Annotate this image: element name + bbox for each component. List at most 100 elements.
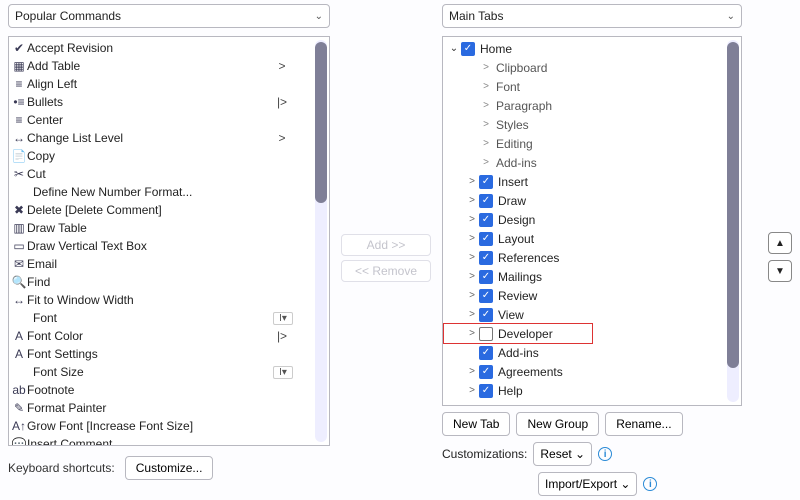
scrollbar[interactable]	[727, 40, 739, 402]
info-icon[interactable]: i	[643, 477, 657, 491]
checkbox[interactable]: ✓	[479, 232, 493, 246]
tabs-tree[interactable]: ⌄✓Home>Clipboard>Font>Paragraph>Styles>E…	[442, 36, 742, 406]
rename-button[interactable]: Rename...	[605, 412, 682, 436]
scrollbar[interactable]	[315, 40, 327, 442]
expander-icon[interactable]: >	[467, 271, 477, 282]
tree-group[interactable]: >Font	[445, 77, 741, 96]
command-icon: •≡	[11, 94, 27, 110]
checkbox[interactable]: ✓	[479, 346, 493, 360]
checkbox[interactable]: ✓	[479, 308, 493, 322]
checkbox[interactable]: ✓	[479, 213, 493, 227]
commands-listbox[interactable]: ✔Accept Revision▦Add Table>≡Align Left•≡…	[8, 36, 330, 446]
expander-icon[interactable]: >	[481, 157, 491, 168]
command-item[interactable]: ▥Draw Table	[11, 219, 329, 237]
keyboard-shortcuts-label: Keyboard shortcuts:	[8, 461, 115, 475]
tree-item-home[interactable]: ⌄✓Home	[445, 39, 741, 58]
add-button[interactable]: Add >>	[341, 234, 431, 256]
checkbox[interactable]: ✓	[479, 251, 493, 265]
expander-icon[interactable]: >	[467, 328, 477, 339]
tree-item-help[interactable]: >✓Help	[445, 381, 741, 400]
command-item[interactable]: Define New Number Format...	[11, 183, 329, 201]
command-item[interactable]: abFootnote	[11, 381, 329, 399]
expander-icon[interactable]: >	[481, 62, 491, 73]
command-item[interactable]: AFont Color|>	[11, 327, 329, 345]
expander-icon[interactable]: >	[481, 119, 491, 130]
import-export-button[interactable]: Import/Export ⌄	[538, 472, 637, 496]
command-item[interactable]: ✖Delete [Delete Comment]	[11, 201, 329, 219]
tree-group[interactable]: >Editing	[445, 134, 741, 153]
command-item[interactable]: ↔Change List Level>	[11, 129, 329, 147]
tree-item-design[interactable]: >✓Design	[445, 210, 741, 229]
command-item[interactable]: 💬Insert Comment	[11, 435, 329, 445]
expander-icon[interactable]: >	[467, 233, 477, 244]
customize-shortcuts-button[interactable]: Customize...	[125, 456, 214, 480]
command-item[interactable]: 📄Copy	[11, 147, 329, 165]
info-icon[interactable]: i	[598, 447, 612, 461]
tree-item-insert[interactable]: >✓Insert	[445, 172, 741, 191]
expander-icon[interactable]: >	[467, 385, 477, 396]
tree-item-add-ins[interactable]: ✓Add-ins	[445, 343, 741, 362]
tree-item-review[interactable]: >✓Review	[445, 286, 741, 305]
expander-icon[interactable]: >	[481, 81, 491, 92]
tree-item-view[interactable]: >✓View	[445, 305, 741, 324]
expander-icon[interactable]: >	[467, 366, 477, 377]
expander-icon[interactable]: >	[481, 100, 491, 111]
command-item[interactable]: FontI▾	[11, 309, 329, 327]
tree-item-developer[interactable]: >Developer	[445, 324, 741, 343]
tree-item-mailings[interactable]: >✓Mailings	[445, 267, 741, 286]
tree-item-draw[interactable]: >✓Draw	[445, 191, 741, 210]
command-item[interactable]: ✉Email	[11, 255, 329, 273]
tree-group[interactable]: >Styles	[445, 115, 741, 134]
tabs-scope-combo[interactable]: Main Tabs ⌄	[442, 4, 742, 28]
expander-icon[interactable]: >	[467, 176, 477, 187]
command-item[interactable]: ≡Align Left	[11, 75, 329, 93]
expander-icon[interactable]: >	[481, 138, 491, 149]
command-item[interactable]: •≡Bullets|>	[11, 93, 329, 111]
expander-icon[interactable]: >	[467, 195, 477, 206]
move-down-button[interactable]: ▼	[768, 260, 792, 282]
tree-item-references[interactable]: >✓References	[445, 248, 741, 267]
checkbox[interactable]: ✓	[479, 194, 493, 208]
checkbox[interactable]: ✓	[479, 289, 493, 303]
tree-group[interactable]: >Clipboard	[445, 58, 741, 77]
checkbox[interactable]: ✓	[479, 175, 493, 189]
command-item[interactable]: ✂Cut	[11, 165, 329, 183]
command-icon: ✖	[11, 202, 27, 218]
checkbox[interactable]: ✓	[479, 270, 493, 284]
tree-label: Font	[493, 80, 520, 94]
commands-source-combo[interactable]: Popular Commands ⌄	[8, 4, 330, 28]
tree-group[interactable]: >Add-ins	[445, 153, 741, 172]
reset-button[interactable]: Reset ⌄	[533, 442, 592, 466]
expander-icon[interactable]: >	[467, 290, 477, 301]
scrollbar-thumb[interactable]	[315, 42, 327, 203]
command-item[interactable]: 🔍Find	[11, 273, 329, 291]
remove-button[interactable]: << Remove	[341, 260, 431, 282]
command-item[interactable]: ▭Draw Vertical Text Box	[11, 237, 329, 255]
tree-item-layout[interactable]: >✓Layout	[445, 229, 741, 248]
command-item[interactable]: ▦Add Table>	[11, 57, 329, 75]
checkbox[interactable]: ✓	[461, 42, 475, 56]
move-up-button[interactable]: ▲	[768, 232, 792, 254]
checkbox[interactable]: ✓	[479, 365, 493, 379]
new-group-button[interactable]: New Group	[516, 412, 599, 436]
expander-icon[interactable]: ⌄	[449, 43, 459, 54]
command-item[interactable]: ≡Center	[11, 111, 329, 129]
new-tab-button[interactable]: New Tab	[442, 412, 510, 436]
command-item[interactable]: ✎Format Painter	[11, 399, 329, 417]
tree-group[interactable]: >Paragraph	[445, 96, 741, 115]
command-item[interactable]: AFont Settings	[11, 345, 329, 363]
tree-item-agreements[interactable]: >✓Agreements	[445, 362, 741, 381]
expander-icon[interactable]: >	[467, 252, 477, 263]
command-item[interactable]: A↑Grow Font [Increase Font Size]	[11, 417, 329, 435]
command-item[interactable]: Font SizeI▾	[11, 363, 329, 381]
checkbox[interactable]: ✓	[479, 384, 493, 398]
expander-icon[interactable]: >	[467, 214, 477, 225]
command-icon: ab	[11, 382, 27, 398]
scrollbar-thumb[interactable]	[727, 42, 739, 368]
expander-icon[interactable]: >	[467, 309, 477, 320]
checkbox[interactable]	[479, 327, 493, 341]
command-item[interactable]: ↔Fit to Window Width	[11, 291, 329, 309]
tree-label: Help	[495, 384, 523, 398]
command-icon: A	[11, 346, 27, 362]
command-item[interactable]: ✔Accept Revision	[11, 39, 329, 57]
